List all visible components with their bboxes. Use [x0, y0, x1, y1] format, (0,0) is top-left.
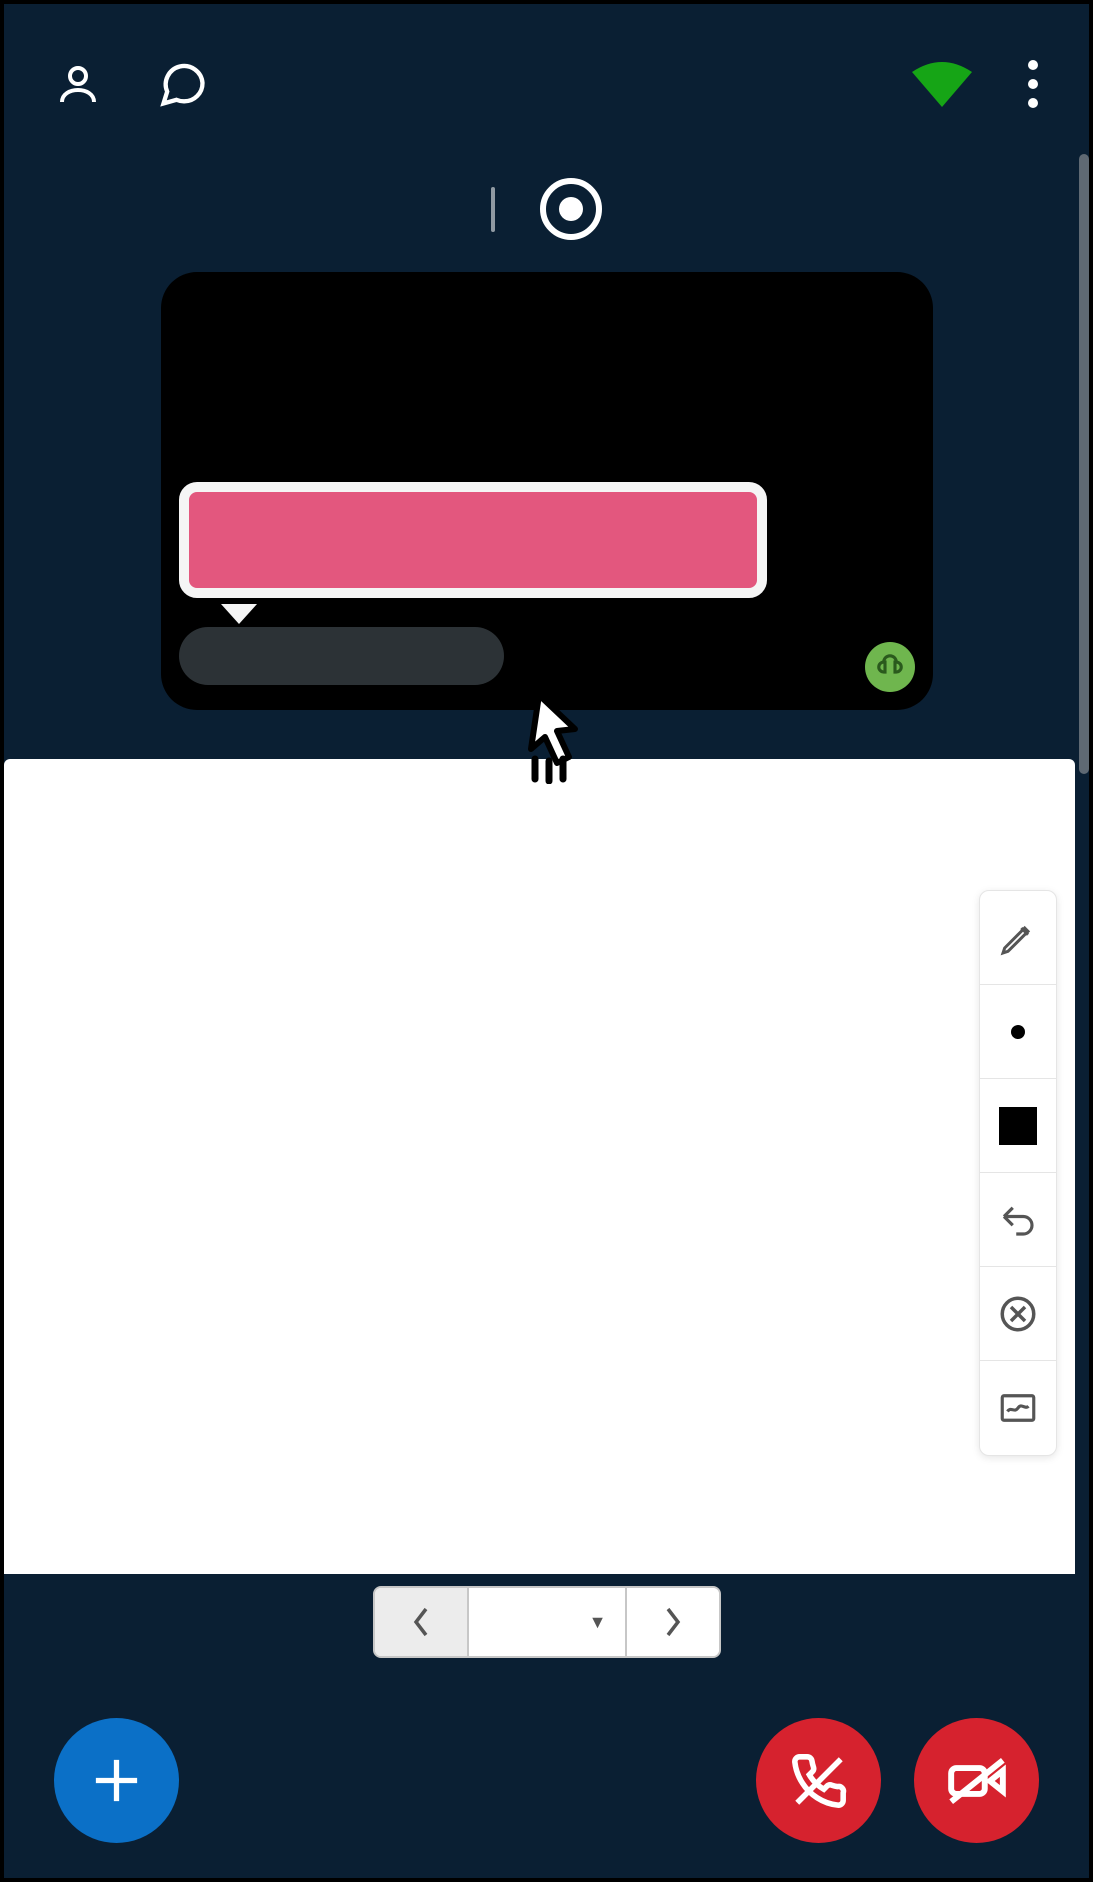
audio-status-badge [865, 642, 915, 692]
color-swatch-icon [999, 1107, 1037, 1145]
toggle-camera-button[interactable] [914, 1718, 1039, 1843]
thickness-dot-icon [1011, 1025, 1025, 1039]
subtitle-bubble [179, 482, 767, 598]
participants-button[interactable] [54, 60, 102, 108]
more-options-button[interactable] [1027, 59, 1039, 109]
pencil-tool[interactable] [980, 891, 1056, 985]
subtitle-bubble-tail [221, 604, 257, 624]
end-call-button[interactable] [756, 1718, 881, 1843]
connection-indicator[interactable] [912, 62, 972, 107]
scrollbar[interactable] [1079, 154, 1089, 774]
title-row [4, 164, 1089, 254]
undo-tool[interactable] [980, 1173, 1056, 1267]
slide-select[interactable]: ▼ [467, 1588, 627, 1656]
color-tool[interactable] [980, 1079, 1056, 1173]
dropdown-caret-icon: ▼ [589, 1612, 607, 1633]
drawing-toolbar [979, 890, 1057, 1456]
topbar-right [912, 59, 1039, 109]
record-button[interactable] [540, 178, 602, 240]
app-root: ▼ [4, 4, 1089, 1878]
whiteboard-area[interactable] [4, 759, 1075, 1574]
presentation-tool[interactable] [980, 1361, 1056, 1455]
slide-pager: ▼ [373, 1586, 721, 1658]
prev-slide-button[interactable] [375, 1588, 467, 1656]
participant-name-pill[interactable] [179, 627, 504, 685]
record-dot-icon [559, 197, 583, 221]
title-divider [491, 187, 495, 232]
add-fab[interactable] [54, 1718, 179, 1843]
chat-button[interactable] [157, 58, 209, 110]
next-slide-button[interactable] [627, 1588, 719, 1656]
topbar [4, 4, 1089, 164]
bottom-bar [4, 1678, 1089, 1878]
clear-tool[interactable] [980, 1267, 1056, 1361]
video-tile[interactable] [161, 272, 933, 710]
topbar-left [54, 58, 209, 110]
thickness-tool[interactable] [980, 985, 1056, 1079]
